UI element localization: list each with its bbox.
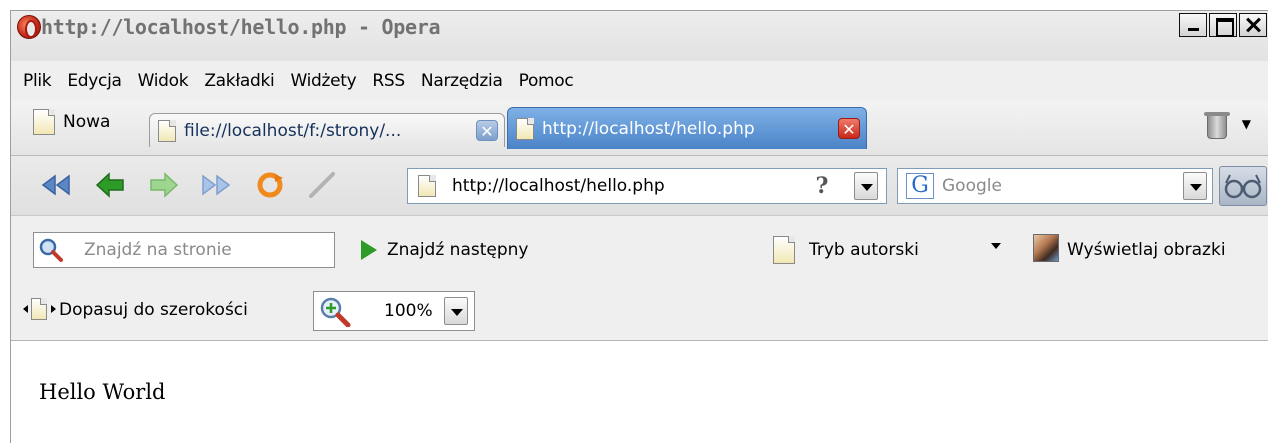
site-info-icon[interactable]: ?	[802, 171, 842, 201]
tab-bar: Nowa file://localhost/f:/strony/... ✕ ht…	[11, 101, 1268, 156]
window-controls	[1177, 13, 1267, 37]
search-dropdown-button[interactable]	[1183, 172, 1207, 200]
magnifier-icon	[39, 238, 63, 262]
chevron-down-icon[interactable]: ▼	[1242, 117, 1251, 131]
close-tab-icon[interactable]: ✕	[476, 120, 498, 141]
menu-bar: Plik Edycja Widok Zakładki Widżety RSS N…	[11, 61, 1268, 101]
play-icon[interactable]	[361, 240, 377, 260]
close-window-button[interactable]	[1239, 13, 1267, 37]
tab-label: file://localhost/f:/strony/...	[184, 120, 402, 141]
new-page-icon	[33, 109, 55, 135]
trash-icon[interactable]	[1204, 112, 1230, 139]
author-mode-button[interactable]: Tryb autorski	[809, 232, 919, 268]
tab-file-strony[interactable]: file://localhost/f:/strony/... ✕	[149, 113, 505, 147]
google-icon[interactable]: G	[906, 173, 934, 199]
menu-zakladki[interactable]: Zakładki	[196, 61, 282, 101]
maximize-button[interactable]	[1209, 13, 1237, 37]
tab-label: http://localhost/hello.php	[542, 118, 755, 139]
address-dropdown-button[interactable]	[854, 172, 878, 200]
title-bar[interactable]: http://localhost/hello.php - Opera	[11, 11, 1268, 61]
browser-window: http://localhost/hello.php - Opera Plik …	[10, 10, 1268, 443]
tab-hello-php[interactable]: http://localhost/hello.php ✕	[507, 107, 867, 149]
navigation-toolbar: http://localhost/hello.php ? G Google	[11, 156, 1268, 216]
menu-widok[interactable]: Widok	[130, 61, 197, 101]
menu-narzedzia[interactable]: Narzędzia	[413, 61, 511, 101]
zoom-icon	[320, 297, 351, 327]
show-images-button[interactable]: Wyświetlaj obrazki	[1067, 232, 1226, 268]
menu-edycja[interactable]: Edycja	[59, 61, 129, 101]
page-icon	[516, 117, 534, 140]
opera-icon	[17, 15, 41, 39]
find-toolbar: Znajdź na stronie Znajdź następny Tryb a…	[11, 216, 1268, 276]
chevron-down-icon[interactable]	[991, 243, 1001, 249]
find-placeholder: Znajdź na stronie	[84, 240, 232, 260]
new-tab-button[interactable]: Nowa	[33, 107, 110, 137]
find-next-button[interactable]: Znajdź następny	[387, 232, 528, 268]
address-url[interactable]: http://localhost/hello.php	[452, 169, 665, 203]
reload-icon[interactable]	[253, 170, 287, 200]
fit-to-width-button[interactable]: Dopasuj do szerokości	[59, 292, 248, 328]
new-tab-label: Nowa	[63, 112, 111, 132]
page-icon	[418, 175, 436, 197]
rewind-icon[interactable]	[39, 170, 73, 200]
search-input[interactable]: Google	[942, 169, 1002, 203]
pen-icon[interactable]	[305, 170, 339, 200]
address-field[interactable]: http://localhost/hello.php ?	[407, 168, 887, 204]
fit-width-icon[interactable]	[23, 298, 59, 322]
zoom-value: 100%	[384, 301, 433, 321]
fast-forward-icon[interactable]	[199, 170, 233, 200]
page-content: Hello World	[11, 342, 1268, 443]
find-on-page-input[interactable]: Znajdź na stronie	[33, 232, 335, 268]
menu-pomoc[interactable]: Pomoc	[511, 61, 582, 101]
window-title: http://localhost/hello.php - Opera	[41, 15, 441, 39]
menu-plik[interactable]: Plik	[15, 61, 59, 101]
zoom-selector[interactable]: 100%	[313, 291, 475, 331]
glasses-icon[interactable]	[1219, 166, 1267, 206]
search-field[interactable]: G Google	[897, 168, 1213, 204]
forward-arrow-icon[interactable]	[147, 170, 181, 200]
zoom-toolbar: Dopasuj do szerokości 100%	[11, 276, 1268, 341]
image-icon[interactable]	[1033, 234, 1059, 262]
menu-rss[interactable]: RSS	[364, 61, 413, 101]
page-icon[interactable]	[773, 236, 795, 264]
page-text: Hello World	[39, 380, 166, 404]
menu-widzety[interactable]: Widżety	[282, 61, 364, 101]
minimize-button[interactable]	[1179, 13, 1207, 37]
back-arrow-icon[interactable]	[93, 170, 127, 200]
page-icon	[158, 119, 176, 142]
zoom-dropdown-button[interactable]	[444, 297, 468, 325]
close-tab-icon[interactable]: ✕	[838, 118, 860, 139]
